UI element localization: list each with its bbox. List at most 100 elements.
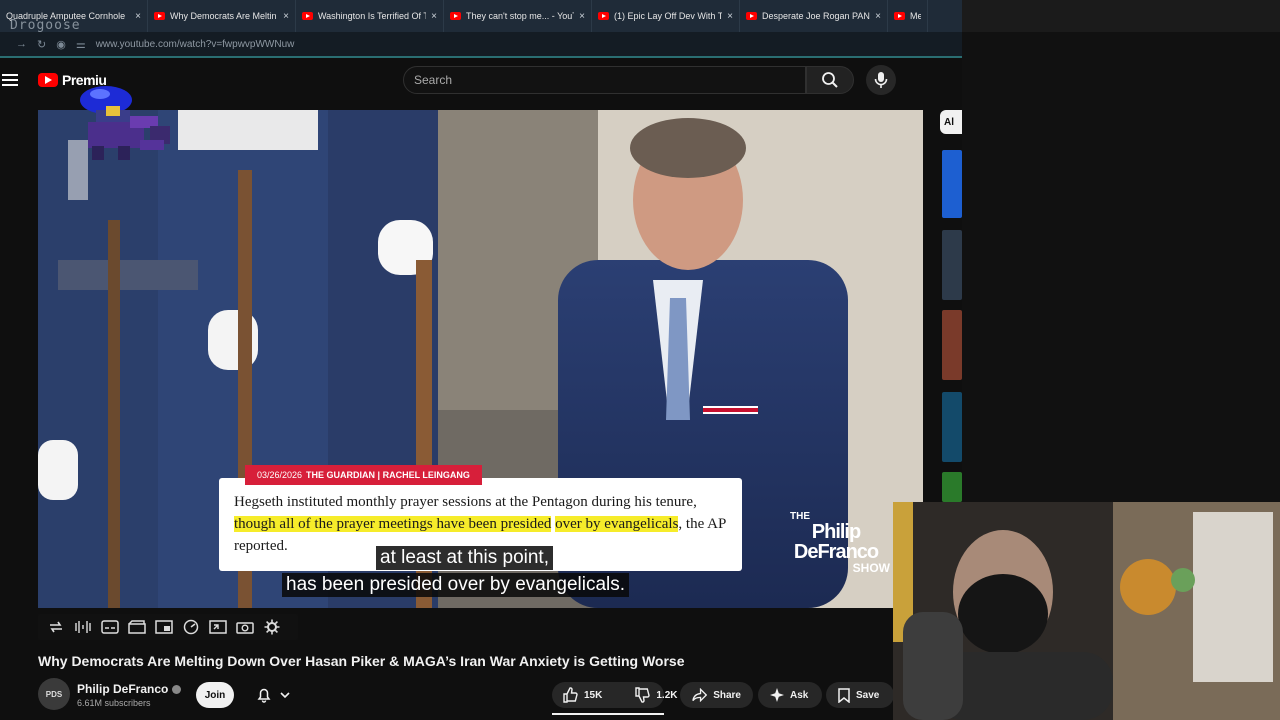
channel-avatar[interactable]: PDS	[38, 678, 70, 710]
close-tab-icon[interactable]: ×	[875, 11, 881, 22]
picture-in-picture-icon[interactable]	[208, 618, 227, 637]
right-empty-panel	[962, 32, 1280, 502]
channel-name[interactable]: Philip DeFranco	[77, 682, 182, 696]
youtube-favicon-icon	[302, 12, 313, 20]
ask-label: Ask	[790, 689, 809, 701]
speed-icon[interactable]	[181, 618, 200, 637]
youtube-favicon-icon	[746, 12, 757, 20]
save-label: Save	[856, 689, 880, 701]
chevron-down-icon	[280, 692, 290, 699]
close-tab-icon[interactable]: ×	[283, 11, 289, 22]
caption-line-1: at least at this point,	[376, 546, 553, 570]
recommendation-strip	[938, 110, 962, 510]
recommendation-thumbnail[interactable]	[942, 472, 962, 502]
recommendation-thumbnail[interactable]	[942, 392, 962, 462]
ask-button[interactable]: Ask	[758, 682, 822, 708]
browser-tab-title: They can't stop me... - YouTube	[466, 11, 574, 21]
thumbs-up-icon	[563, 687, 578, 703]
show-logo-line1: Philip	[811, 521, 861, 543]
channel-name-text[interactable]: Philip DeFranco	[77, 682, 168, 696]
sparkle-icon	[770, 688, 784, 702]
news-date: 03/26/2026	[257, 470, 303, 480]
browser-tab-title: Meatp	[910, 11, 921, 21]
join-button[interactable]: Join	[196, 682, 234, 708]
browser-tab[interactable]: Washington Is Terrified Of This ×	[296, 0, 444, 32]
notification-button[interactable]	[246, 682, 300, 708]
recommendation-thumbnail[interactable]	[942, 150, 962, 218]
close-tab-icon[interactable]: ×	[727, 11, 733, 22]
search-button[interactable]	[806, 66, 854, 94]
url-text[interactable]: www.youtube.com/watch?v=fwpwvpWWNuw	[96, 39, 295, 50]
dislike-count: 1.2K	[656, 689, 678, 701]
show-logo: THE Philip DeFranco SHOW	[776, 512, 896, 582]
youtube-play-icon	[38, 73, 58, 87]
news-text-plain: Hegseth instituted monthly prayer sessio…	[234, 494, 697, 510]
avatar-text: PDS	[45, 689, 63, 699]
youtube-favicon-icon	[894, 12, 905, 20]
close-tab-icon[interactable]: ×	[431, 11, 437, 22]
reload-icon[interactable]: ↻	[37, 38, 46, 51]
audio-wave-icon[interactable]	[73, 618, 92, 637]
video-player[interactable]: 03/26/2026 THE GUARDIAN | RACHEL LEINGAN…	[38, 110, 923, 608]
browser-tab[interactable]: They can't stop me... - YouTube ×	[444, 0, 592, 32]
search-icon	[822, 72, 838, 88]
address-bar[interactable]: → ↻ ◉ ⚌ www.youtube.com/watch?v=fwpwvpWW…	[0, 32, 962, 58]
search-box[interactable]	[403, 66, 806, 94]
clapper-icon[interactable]	[127, 618, 146, 637]
browser-tab[interactable]: (1) Epic Lay Off Dev With Termi ×	[592, 0, 740, 32]
news-text-highlight-2: over by evangelicals	[555, 516, 679, 532]
close-tab-icon[interactable]: ×	[579, 11, 585, 22]
camera-icon[interactable]	[235, 618, 254, 637]
forward-icon[interactable]: →	[16, 38, 27, 50]
thumbs-down-icon	[635, 687, 651, 703]
menu-icon[interactable]	[2, 72, 18, 88]
screen: Quadruple Amputee Cornhole × Why Democrats…	[0, 0, 1280, 720]
browser-tab[interactable]: Meatp	[888, 0, 928, 32]
browser-tab[interactable]: Why Democrats Are Meltin ×	[148, 0, 296, 32]
mic-icon	[874, 72, 888, 88]
like-count: 15K	[584, 689, 603, 701]
subscriber-count: 6.61M subscribers	[77, 698, 151, 708]
share-icon	[692, 688, 708, 702]
close-tab-icon[interactable]: ×	[135, 11, 141, 22]
like-progress-underline	[552, 713, 664, 715]
like-button[interactable]: 15K	[552, 682, 612, 708]
caption-line-2: has been presided over by evangelicals.	[282, 573, 630, 597]
tab-bar-empty-area	[962, 0, 1280, 32]
voice-search-button[interactable]	[866, 65, 896, 95]
bell-icon	[257, 688, 271, 703]
player-extension-controls	[38, 614, 298, 640]
news-source-tag: 03/26/2026 THE GUARDIAN | RACHEL LEINGAN…	[245, 465, 482, 485]
stream-overlay-text: Drogoose	[10, 18, 81, 33]
settings-gear-icon[interactable]	[262, 618, 281, 637]
browser-tab-title: (1) Epic Lay Off Dev With Termi	[614, 11, 723, 21]
youtube-favicon-icon	[450, 12, 461, 20]
video-title: Why Democrats Are Melting Down Over Hasa…	[38, 653, 685, 669]
youtube-favicon-icon	[598, 12, 609, 20]
browser-tab-title: Desperate Joe Rogan PANICS &	[762, 11, 870, 21]
share-button[interactable]: Share	[680, 682, 753, 708]
save-button[interactable]: Save	[826, 682, 894, 708]
bookmark-icon	[838, 687, 850, 703]
loop-icon[interactable]	[46, 618, 65, 637]
recommendation-thumbnail[interactable]	[942, 230, 962, 300]
subtitles-icon[interactable]	[100, 618, 119, 637]
show-logo-line3: SHOW	[852, 561, 890, 575]
like-dislike-group: 15K 1.2K	[552, 682, 677, 708]
recommendation-thumbnail[interactable]	[942, 310, 962, 380]
verified-check-icon	[172, 684, 182, 694]
browser-tab-title: Washington Is Terrified Of This	[318, 11, 426, 21]
share-label: Share	[713, 689, 741, 701]
webcam-feed-image	[893, 502, 1280, 720]
dislike-button[interactable]: 1.2K	[624, 682, 687, 708]
browser-tab-title: Why Democrats Are Meltin	[170, 11, 277, 21]
frame-icon[interactable]	[154, 618, 173, 637]
show-logo-line2: DeFranco	[793, 541, 879, 563]
search-input[interactable]	[414, 73, 805, 87]
site-info-icon[interactable]: ◉	[56, 38, 66, 51]
news-text-highlight-1: though all of the prayer meetings have b…	[234, 516, 552, 532]
browser-tab[interactable]: Desperate Joe Rogan PANICS & ×	[740, 0, 888, 32]
youtube-favicon-icon	[154, 12, 165, 20]
tune-icon[interactable]: ⚌	[76, 38, 86, 51]
news-source: THE GUARDIAN | RACHEL LEINGANG	[306, 470, 470, 480]
